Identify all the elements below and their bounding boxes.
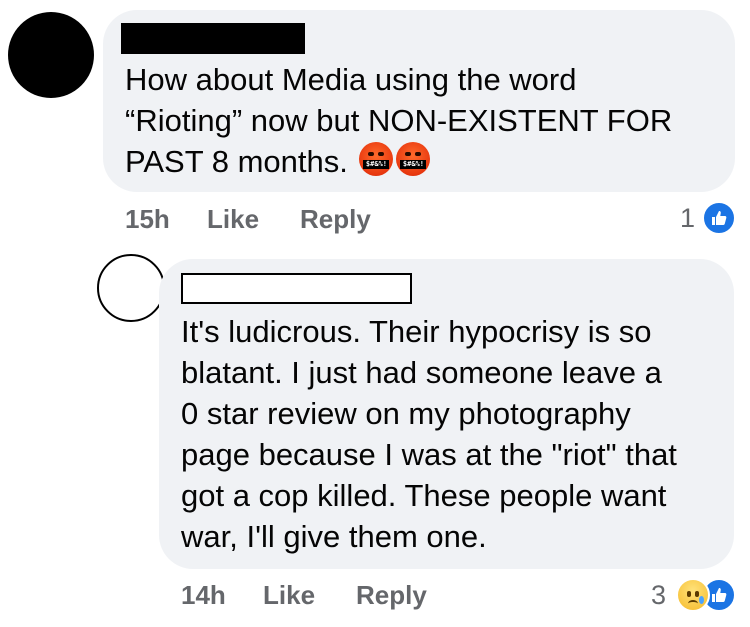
- reply-timestamp[interactable]: 14h: [181, 580, 226, 611]
- redacted-replier-name[interactable]: [181, 273, 412, 304]
- enraged-face-with-symbols-icon: $#&%!: [396, 142, 431, 176]
- comment-text: How about Media using the word “Rioting”…: [125, 59, 672, 182]
- enraged-face-with-symbols-icon: $#&%!: [359, 142, 394, 176]
- reply-button[interactable]: Reply: [300, 204, 371, 235]
- reply-text-line: 0 star review on my photography: [181, 396, 631, 431]
- reaction-count[interactable]: 1: [680, 203, 695, 234]
- like-reaction-icon[interactable]: [702, 201, 736, 235]
- reply-text: It's ludicrous. Their hypocrisy is so bl…: [181, 311, 677, 557]
- comment-text-line: How about Media using the word: [125, 62, 577, 97]
- reply-text-line: got a cop killed. These people want: [181, 478, 667, 513]
- reply-text-line: war, I'll give them one.: [181, 519, 487, 554]
- reply-text-line: It's ludicrous. Their hypocrisy is so: [181, 314, 652, 349]
- comment-text-line: PAST 8 months. $#&%! $#&%!: [125, 141, 672, 182]
- redacted-commenter-name[interactable]: [121, 23, 305, 54]
- like-button[interactable]: Like: [263, 580, 315, 611]
- reply-text-line: blatant. I just had someone leave a: [181, 355, 662, 390]
- reply-button[interactable]: Reply: [356, 580, 427, 611]
- comment-text-line: “Rioting” now but NON-EXISTENT FOR: [125, 103, 673, 138]
- comment-timestamp[interactable]: 15h: [125, 204, 170, 235]
- reaction-count[interactable]: 3: [651, 580, 666, 611]
- commenter-avatar[interactable]: [8, 12, 94, 98]
- replier-avatar[interactable]: [97, 254, 165, 322]
- sad-reaction-icon[interactable]: [676, 578, 710, 612]
- reply-text-line: page because I was at the "riot" that: [181, 437, 677, 472]
- like-button[interactable]: Like: [207, 204, 259, 235]
